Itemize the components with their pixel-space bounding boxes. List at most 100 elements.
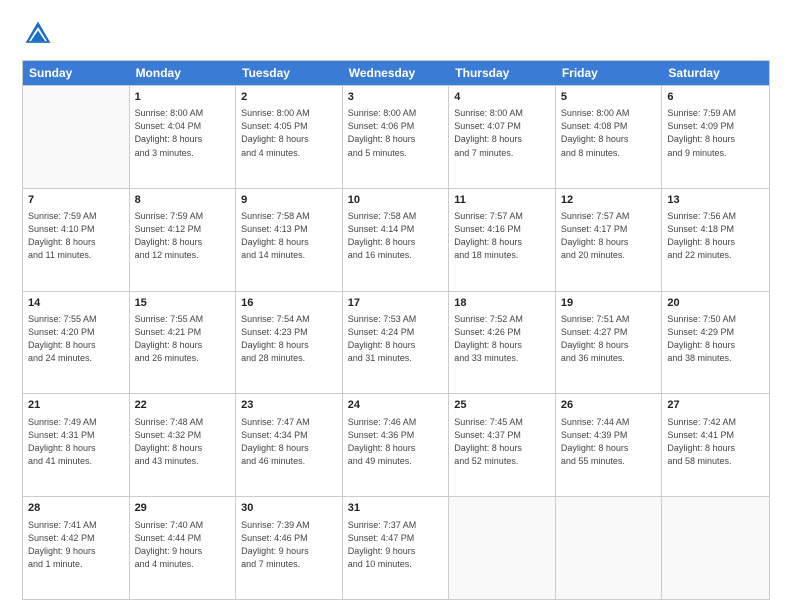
cell-info-line: Sunset: 4:20 PM	[28, 326, 124, 339]
cell-info-line: Sunrise: 7:44 AM	[561, 416, 657, 429]
cell-info-line: Daylight: 8 hours	[454, 236, 550, 249]
cell-info-line: Daylight: 8 hours	[561, 339, 657, 352]
cell-info-line: and 18 minutes.	[454, 249, 550, 262]
cell-info-line: and 24 minutes.	[28, 352, 124, 365]
cell-info-line: Daylight: 8 hours	[348, 442, 444, 455]
cell-info-line: Sunrise: 7:47 AM	[241, 416, 337, 429]
day-number: 12	[561, 193, 657, 208]
cell-info-line: Daylight: 9 hours	[241, 545, 337, 558]
day-number: 2	[241, 90, 337, 105]
logo	[22, 18, 58, 50]
calendar-cell	[23, 86, 130, 188]
day-number: 10	[348, 193, 444, 208]
cell-info-line: Sunrise: 8:00 AM	[135, 107, 231, 120]
day-number: 4	[454, 90, 550, 105]
calendar-cell: 3Sunrise: 8:00 AMSunset: 4:06 PMDaylight…	[343, 86, 450, 188]
cell-info-line: Sunset: 4:06 PM	[348, 120, 444, 133]
cell-info-line: Daylight: 8 hours	[348, 236, 444, 249]
day-number: 24	[348, 398, 444, 413]
day-number: 3	[348, 90, 444, 105]
day-number: 22	[135, 398, 231, 413]
cell-info-line: and 49 minutes.	[348, 455, 444, 468]
cell-info-line: Sunrise: 7:54 AM	[241, 313, 337, 326]
cell-info-line: Daylight: 8 hours	[454, 133, 550, 146]
calendar-cell: 21Sunrise: 7:49 AMSunset: 4:31 PMDayligh…	[23, 394, 130, 496]
cell-info-line: Sunrise: 7:39 AM	[241, 519, 337, 532]
cell-info-line: Daylight: 8 hours	[241, 442, 337, 455]
day-number: 31	[348, 501, 444, 516]
calendar-cell: 5Sunrise: 8:00 AMSunset: 4:08 PMDaylight…	[556, 86, 663, 188]
day-number: 19	[561, 296, 657, 311]
cell-info-line: Sunset: 4:36 PM	[348, 429, 444, 442]
cell-info-line: Sunset: 4:23 PM	[241, 326, 337, 339]
cell-info-line: and 3 minutes.	[135, 147, 231, 160]
cell-info-line: Daylight: 8 hours	[561, 442, 657, 455]
cell-info-line: Daylight: 8 hours	[135, 133, 231, 146]
cell-info-line: and 5 minutes.	[348, 147, 444, 160]
cell-info-line: Sunrise: 7:53 AM	[348, 313, 444, 326]
cell-info-line: and 52 minutes.	[454, 455, 550, 468]
day-number: 6	[667, 90, 764, 105]
cell-info-line: and 8 minutes.	[561, 147, 657, 160]
calendar-cell	[662, 497, 769, 599]
day-of-week-header: Saturday	[662, 61, 769, 85]
calendar-week-row: 7Sunrise: 7:59 AMSunset: 4:10 PMDaylight…	[23, 188, 769, 291]
day-number: 14	[28, 296, 124, 311]
cell-info-line: and 9 minutes.	[667, 147, 764, 160]
cell-info-line: Daylight: 8 hours	[135, 236, 231, 249]
cell-info-line: Daylight: 8 hours	[667, 236, 764, 249]
cell-info-line: Sunset: 4:21 PM	[135, 326, 231, 339]
day-number: 27	[667, 398, 764, 413]
cell-info-line: Sunrise: 7:45 AM	[454, 416, 550, 429]
calendar-week-row: 28Sunrise: 7:41 AMSunset: 4:42 PMDayligh…	[23, 496, 769, 599]
calendar-cell: 19 Sunrise: 7:51 AMSunset: 4:27 PMDayligh…	[556, 292, 663, 394]
cell-info-line: Sunrise: 8:00 AM	[241, 107, 337, 120]
cell-info-line: Daylight: 9 hours	[28, 545, 124, 558]
cell-info-line: and 16 minutes.	[348, 249, 444, 262]
cell-info-line: Sunrise: 7:55 AM	[135, 313, 231, 326]
calendar-cell: 7Sunrise: 7:59 AMSunset: 4:10 PMDaylight…	[23, 189, 130, 291]
cell-info-line: Sunrise: 7:50 AM	[667, 313, 764, 326]
calendar-cell	[556, 497, 663, 599]
day-number: 25	[454, 398, 550, 413]
cell-info-line: Sunrise: 7:46 AM	[348, 416, 444, 429]
calendar-cell: 12Sunrise: 7:57 AMSunset: 4:17 PMDayligh…	[556, 189, 663, 291]
cell-info-line: and 4 minutes.	[135, 558, 231, 571]
cell-info-line: Sunrise: 8:00 AM	[561, 107, 657, 120]
day-number: 17	[348, 296, 444, 311]
cell-info-line: Sunset: 4:37 PM	[454, 429, 550, 442]
cell-info-line: Sunrise: 7:51 AM	[561, 313, 657, 326]
cell-info-line: Daylight: 8 hours	[454, 442, 550, 455]
day-number: 1	[135, 90, 231, 105]
calendar-cell: 11Sunrise: 7:57 AMSunset: 4:16 PMDayligh…	[449, 189, 556, 291]
calendar-cell: 20Sunrise: 7:50 AMSunset: 4:29 PMDayligh…	[662, 292, 769, 394]
cell-info-line: Sunrise: 8:00 AM	[454, 107, 550, 120]
calendar-cell: 30Sunrise: 7:39 AMSunset: 4:46 PMDayligh…	[236, 497, 343, 599]
cell-info-line: Daylight: 8 hours	[28, 339, 124, 352]
cell-info-line: Sunrise: 7:59 AM	[667, 107, 764, 120]
page: SundayMondayTuesdayWednesdayThursdayFrid…	[0, 0, 792, 612]
day-of-week-header: Tuesday	[236, 61, 343, 85]
cell-info-line: Daylight: 8 hours	[135, 442, 231, 455]
cell-info-line: Sunset: 4:17 PM	[561, 223, 657, 236]
cell-info-line: Sunrise: 7:37 AM	[348, 519, 444, 532]
cell-info-line: Sunset: 4:05 PM	[241, 120, 337, 133]
cell-info-line: Daylight: 8 hours	[667, 442, 764, 455]
cell-info-line: and 22 minutes.	[667, 249, 764, 262]
cell-info-line: Daylight: 8 hours	[241, 339, 337, 352]
cell-info-line: Sunrise: 7:52 AM	[454, 313, 550, 326]
cell-info-line: Daylight: 9 hours	[348, 545, 444, 558]
cell-info-line: Sunset: 4:07 PM	[454, 120, 550, 133]
cell-info-line: Sunrise: 7:57 AM	[454, 210, 550, 223]
cell-info-line: Daylight: 8 hours	[667, 339, 764, 352]
cell-info-line: Daylight: 8 hours	[561, 133, 657, 146]
cell-info-line: Daylight: 8 hours	[454, 339, 550, 352]
cell-info-line: Sunset: 4:27 PM	[561, 326, 657, 339]
calendar-cell: 25 Sunrise: 7:45 AMSunset: 4:37 PMDayligh…	[449, 394, 556, 496]
cell-info-line: Daylight: 8 hours	[241, 236, 337, 249]
calendar-cell: 14Sunrise: 7:55 AMSunset: 4:20 PMDayligh…	[23, 292, 130, 394]
calendar-cell: 9Sunrise: 7:58 AMSunset: 4:13 PMDaylight…	[236, 189, 343, 291]
calendar-cell: 15Sunrise: 7:55 AMSunset: 4:21 PMDayligh…	[130, 292, 237, 394]
calendar: SundayMondayTuesdayWednesdayThursdayFrid…	[22, 60, 770, 600]
cell-info-line: Daylight: 8 hours	[667, 133, 764, 146]
